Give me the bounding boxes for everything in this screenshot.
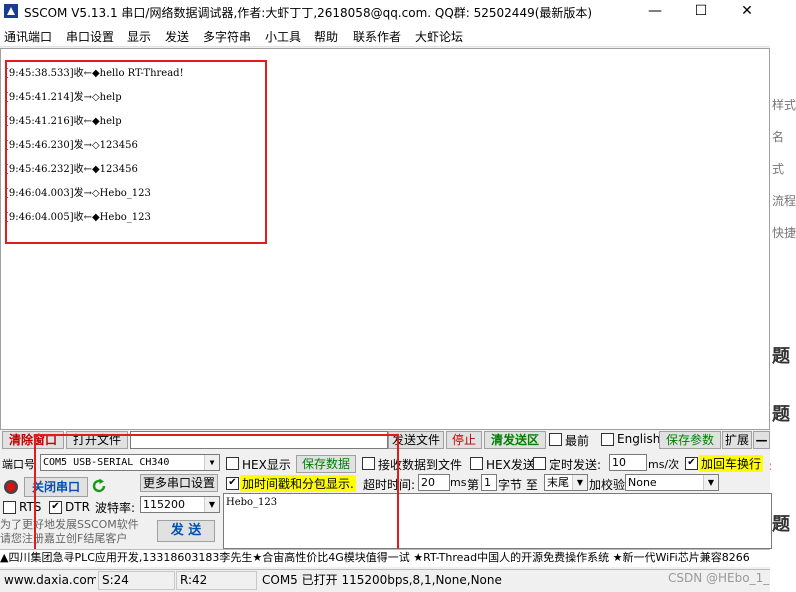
menu-port-settings[interactable]: 串口设置 [66, 28, 114, 45]
timed-send-label: 定时发送: [549, 458, 602, 472]
status-port-info: COM5 已打开 115200bps,8,1,None,None [262, 573, 502, 587]
menu-forum[interactable]: 大虾论坛 [415, 28, 463, 45]
status-bar: www.daxia.com S:24 R:42 COM5 已打开 115200b… [0, 569, 770, 590]
timeout-input[interactable]: 20 [418, 474, 450, 491]
port-status-light-icon [4, 480, 18, 494]
background-text: 快捷 [772, 226, 796, 240]
window-title: SSCOM V5.13.1 串口/网络数据调试器,作者:大虾丁丁,2618058… [24, 6, 593, 20]
menu-comm-port[interactable]: 通讯端口 [4, 28, 52, 45]
timeout-unit: ms [450, 476, 467, 489]
chevron-down-icon[interactable]: ▼ [703, 475, 718, 490]
collapse-button[interactable]: — [753, 431, 770, 449]
background-text: 名 [772, 130, 785, 144]
topmost-label: 最前 [565, 434, 590, 448]
menu-contact-author[interactable]: 联系作者 [353, 28, 401, 45]
close-button[interactable]: ✕ [724, 0, 770, 24]
background-text: 题 [772, 404, 790, 425]
rts-checkbox[interactable] [3, 501, 16, 514]
checksum-select[interactable]: None ▼ [625, 474, 719, 491]
app-logo-icon [4, 4, 18, 18]
csdn-watermark: CSDN @HEbo_1_ [668, 571, 770, 585]
title-bar: SSCOM V5.13.1 串口/网络数据调试器,作者:大虾丁丁,2618058… [0, 0, 770, 24]
status-url[interactable]: www.daxia.com [0, 571, 97, 590]
background-text: 样式 [772, 98, 796, 112]
background-document: 样式 名 式 流程 快捷 题 题 2 题 [764, 0, 796, 592]
annotation-box-controls [34, 434, 399, 558]
byte-end-value: 末尾 [547, 476, 569, 489]
checksum-select-value: None [628, 476, 657, 489]
news-marquee[interactable]: ▲四川集团急寻PLC应用开发,13318603183李先生★合宙高性价比4G模块… [0, 549, 770, 567]
expand-button[interactable]: 扩展 [722, 431, 752, 449]
byte-end-select[interactable]: 末尾 ▼ [544, 474, 588, 491]
stop-button[interactable]: 停止 [446, 431, 482, 449]
hex-send-label: HEX发送 [486, 458, 535, 472]
background-text: 题 [772, 514, 790, 535]
background-text: 流程 [772, 194, 796, 208]
status-received-count: R:42 [176, 571, 257, 590]
menu-send[interactable]: 发送 [165, 28, 189, 45]
minimize-button[interactable]: — [632, 0, 678, 24]
english-checkbox[interactable] [601, 433, 614, 446]
background-text: 式 [772, 162, 785, 176]
annotation-box-log [5, 60, 267, 244]
chevron-down-icon[interactable]: ▼ [572, 475, 587, 490]
page-input[interactable]: 1 [481, 474, 497, 491]
timed-send-checkbox[interactable] [533, 457, 546, 470]
menu-help[interactable]: 帮助 [314, 28, 338, 45]
checksum-label: 加校验 [589, 478, 626, 492]
topmost-checkbox[interactable] [549, 433, 562, 446]
byte-label: 字节 至 [498, 478, 538, 492]
background-text: 题 [772, 346, 790, 367]
interval-unit: ms/次 [648, 458, 680, 471]
menu-tools[interactable]: 小工具 [265, 28, 301, 45]
sscom-window: SSCOM V5.13.1 串口/网络数据调试器,作者:大虾丁丁,2618058… [0, 0, 772, 592]
menu-multi-string[interactable]: 多字符串 [203, 28, 251, 45]
add-crlf-checkbox[interactable]: ✔ [685, 457, 698, 470]
english-label: English [617, 432, 661, 446]
menu-bar: 通讯端口 串口设置 显示 发送 多字符串 小工具 帮助 联系作者 大虾论坛 [0, 24, 770, 47]
interval-input[interactable]: 10 [609, 454, 647, 471]
page-label: 第 [467, 478, 480, 492]
save-params-button[interactable]: 保存参数 [659, 431, 721, 449]
status-sent-count: S:24 [98, 571, 175, 590]
port-label: 端口号 [2, 458, 35, 471]
clear-send-button[interactable]: 清发送区 [484, 431, 546, 449]
menu-display[interactable]: 显示 [127, 28, 151, 45]
hex-send-checkbox[interactable] [470, 457, 483, 470]
add-crlf-label: 加回车换行 [699, 455, 764, 472]
maximize-button[interactable]: ☐ [678, 0, 724, 24]
